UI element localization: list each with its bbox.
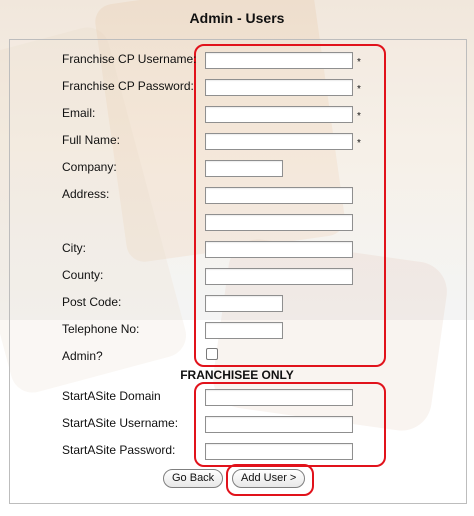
franchise-password-label: Franchise CP Password: <box>62 79 194 93</box>
admin-checkbox[interactable] <box>206 348 218 360</box>
startasite-username-input[interactable] <box>205 416 353 433</box>
franchise-password-input[interactable] <box>205 79 353 96</box>
company-label: Company: <box>62 160 117 174</box>
address-label: Address: <box>62 187 110 201</box>
telephone-label: Telephone No: <box>62 322 140 336</box>
required-marker: * <box>357 111 361 122</box>
franchise-username-label: Franchise CP Username: <box>62 52 197 66</box>
address-line1-input[interactable] <box>205 187 353 204</box>
franchisee-only-heading: FRANCHISEE ONLY <box>180 368 294 382</box>
startasite-password-label: StartASite Password: <box>62 443 176 457</box>
county-label: County: <box>62 268 104 282</box>
startasite-domain-input[interactable] <box>205 389 353 406</box>
company-input[interactable] <box>205 160 283 177</box>
startasite-username-label: StartASite Username: <box>62 416 179 430</box>
required-marker: * <box>357 84 361 95</box>
franchise-username-input[interactable] <box>205 52 353 69</box>
full-name-input[interactable] <box>205 133 353 150</box>
address-line2-input[interactable] <box>205 214 353 231</box>
telephone-input[interactable] <box>205 322 283 339</box>
post-code-input[interactable] <box>205 295 283 312</box>
required-marker: * <box>357 138 361 149</box>
city-label: City: <box>62 241 86 255</box>
admin-label: Admin? <box>62 349 103 363</box>
email-input[interactable] <box>205 106 353 123</box>
county-input[interactable] <box>205 268 353 285</box>
page-title: Admin - Users <box>189 10 285 26</box>
startasite-domain-label: StartASite Domain <box>62 389 161 403</box>
go-back-button[interactable]: Go Back <box>163 469 224 488</box>
required-marker: * <box>357 57 361 68</box>
email-label: Email: <box>62 106 96 120</box>
startasite-password-input[interactable] <box>205 443 353 460</box>
add-user-button[interactable]: Add User > <box>232 469 306 488</box>
post-code-label: Post Code: <box>62 295 122 309</box>
city-input[interactable] <box>205 241 353 258</box>
full-name-label: Full Name: <box>62 133 121 147</box>
